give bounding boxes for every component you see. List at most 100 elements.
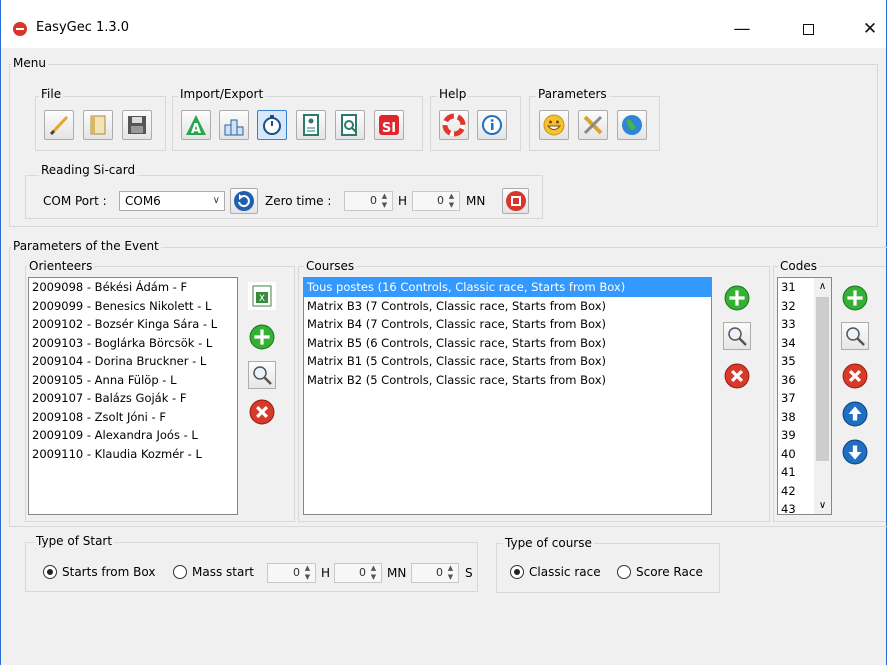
spin-arrows-icon[interactable]: ▲ ▼ — [368, 564, 379, 582]
orienteer-list-item[interactable]: 2009105 - Anna Fülöp - L — [29, 371, 237, 390]
scroll-up-icon[interactable]: ∧ — [814, 278, 831, 295]
mass-start-minutes[interactable]: 0 ▲ ▼ — [334, 563, 382, 583]
courses-list[interactable]: Tous postes (16 Controls, Classic race, … — [303, 277, 712, 515]
stop-reading-button[interactable] — [502, 188, 529, 214]
code-list-item[interactable]: 42 — [778, 482, 815, 501]
code-list-item[interactable]: 41 — [778, 463, 815, 482]
course-list-item[interactable]: Matrix B2 (5 Controls, Classic race, Sta… — [304, 371, 711, 390]
codes-list[interactable]: 3132333435363738394041424344 ∧ ∨ — [777, 277, 832, 515]
search-orienteer-button[interactable] — [248, 361, 276, 389]
course-list-item[interactable]: Tous postes (16 Controls, Classic race, … — [304, 278, 711, 297]
chevron-down-icon: ∨ — [212, 195, 220, 206]
stopwatch-icon — [263, 115, 281, 135]
export-splits-button[interactable] — [257, 110, 287, 140]
refresh-icon — [234, 191, 254, 211]
orienteer-list-item[interactable]: 2009102 - Bozsér Kinga Sára - L — [29, 315, 237, 334]
mass-minutes-unit: MN — [387, 566, 407, 580]
course-list-item[interactable]: Matrix B3 (7 Controls, Classic race, Sta… — [304, 297, 711, 316]
delete-icon — [842, 363, 868, 389]
delete-orienteer-button[interactable] — [248, 398, 276, 426]
maximize-button[interactable] — [785, 14, 831, 44]
radio-selected-icon — [43, 565, 57, 579]
codes-scrollbar[interactable]: ∧ ∨ — [814, 278, 831, 514]
delete-course-button[interactable] — [723, 362, 751, 390]
type-of-course-title: Type of course — [503, 536, 594, 550]
code-list-item[interactable]: 43 — [778, 500, 815, 514]
spin-arrows-icon[interactable]: ▲ ▼ — [446, 192, 457, 210]
code-list-item[interactable]: 36 — [778, 371, 815, 390]
export-results-button[interactable] — [219, 110, 249, 140]
close-button[interactable]: ✕ — [847, 14, 887, 44]
new-event-button[interactable] — [44, 110, 74, 140]
code-list-item[interactable]: 32 — [778, 297, 815, 316]
file-group-title: File — [39, 87, 64, 101]
print-button[interactable] — [296, 110, 326, 140]
zero-time-minutes[interactable]: 0 ▲ ▼ — [412, 191, 460, 211]
code-list-item[interactable]: 33 — [778, 315, 815, 334]
course-list-item[interactable]: Matrix B1 (5 Controls, Classic race, Sta… — [304, 352, 711, 371]
code-list-item[interactable]: 35 — [778, 352, 815, 371]
delete-code-button[interactable] — [841, 362, 869, 390]
score-race-radio[interactable]: Score Race — [617, 565, 703, 579]
add-orienteer-button[interactable] — [248, 323, 276, 351]
import-export-title: Import/Export — [178, 87, 266, 101]
add-course-button[interactable] — [723, 284, 751, 312]
starts-from-box-radio[interactable]: Starts from Box — [43, 565, 155, 579]
code-list-item[interactable]: 40 — [778, 445, 815, 464]
add-code-button[interactable] — [841, 284, 869, 312]
course-list-item[interactable]: Matrix B4 (7 Controls, Classic race, Sta… — [304, 315, 711, 334]
code-list-item[interactable]: 39 — [778, 426, 815, 445]
code-list-item[interactable]: 31 — [778, 278, 815, 297]
zero-time-hours[interactable]: 0 ▲ ▼ — [344, 191, 393, 211]
mass-start-label: Mass start — [192, 565, 254, 579]
orienteer-list-item[interactable]: 2009103 - Boglárka Börcsök - L — [29, 334, 237, 353]
open-event-button[interactable] — [83, 110, 113, 140]
code-list-item[interactable]: 38 — [778, 408, 815, 427]
move-code-up-button[interactable] — [841, 400, 869, 428]
move-code-down-button[interactable] — [841, 438, 869, 466]
save-button[interactable] — [122, 110, 152, 140]
scroll-down-icon[interactable]: ∨ — [814, 497, 831, 514]
orienteer-list-item[interactable]: 2009108 - Zsolt Jóni - F — [29, 408, 237, 427]
mass-start-seconds[interactable]: 0 ▲ ▼ — [411, 563, 459, 583]
orienteer-list-item[interactable]: 2009110 - Klaudia Kozmér - L — [29, 445, 237, 464]
import-orienteers-button[interactable]: A — [181, 110, 211, 140]
plus-icon — [249, 324, 275, 350]
course-list-item[interactable]: Matrix B5 (6 Controls, Classic race, Sta… — [304, 334, 711, 353]
code-list-item[interactable]: 34 — [778, 334, 815, 353]
classic-race-radio[interactable]: Classic race — [510, 565, 601, 579]
help-title: Help — [437, 87, 469, 101]
spin-arrows-icon[interactable]: ▲ ▼ — [445, 564, 456, 582]
orienteer-list-item[interactable]: 2009104 - Dorina Bruckner - L — [29, 352, 237, 371]
mass-start-hours[interactable]: 0 ▲ ▼ — [267, 563, 316, 583]
orienteer-list-item[interactable]: 2009099 - Benesics Nikolett - L — [29, 297, 237, 316]
maximize-icon — [802, 23, 814, 35]
orienteer-list-item[interactable]: 2009107 - Balázs Goják - F — [29, 389, 237, 408]
orienteer-list-item[interactable]: 2009109 - Alexandra Joós - L — [29, 426, 237, 445]
orienteers-list[interactable]: 2009098 - Békési Ádám - F 2009099 - Benes… — [28, 277, 238, 515]
spin-arrows-icon[interactable]: ▲ ▼ — [302, 564, 313, 582]
title-bar: EasyGec 1.3.0 — ✕ — [1, 0, 886, 48]
minimize-button[interactable]: — — [719, 14, 765, 44]
preferences-button[interactable] — [539, 110, 569, 140]
scroll-thumb[interactable] — [816, 297, 829, 461]
starts-from-box-label: Starts from Box — [62, 565, 156, 579]
mass-start-radio[interactable]: Mass start — [173, 565, 254, 579]
view-code-button[interactable] — [841, 322, 869, 350]
com-port-select[interactable]: COM6 ∨ — [119, 191, 225, 211]
preview-button[interactable] — [335, 110, 365, 140]
import-excel-button[interactable]: X — [248, 282, 276, 310]
support-button[interactable] — [439, 110, 469, 140]
orienteer-list-item[interactable]: 2009098 - Békési Ádám - F — [29, 278, 237, 297]
sportident-button[interactable]: SI — [374, 110, 404, 140]
stop-icon — [505, 191, 526, 211]
settings-button[interactable] — [578, 110, 608, 140]
about-button[interactable] — [477, 110, 507, 140]
type-of-start-title: Type of Start — [34, 534, 115, 548]
delete-icon — [724, 363, 750, 389]
view-course-button[interactable] — [723, 322, 751, 350]
spin-arrows-icon[interactable]: ▲ ▼ — [379, 192, 390, 210]
refresh-button[interactable] — [230, 188, 258, 214]
code-list-item[interactable]: 37 — [778, 389, 815, 408]
language-button[interactable] — [617, 110, 647, 140]
